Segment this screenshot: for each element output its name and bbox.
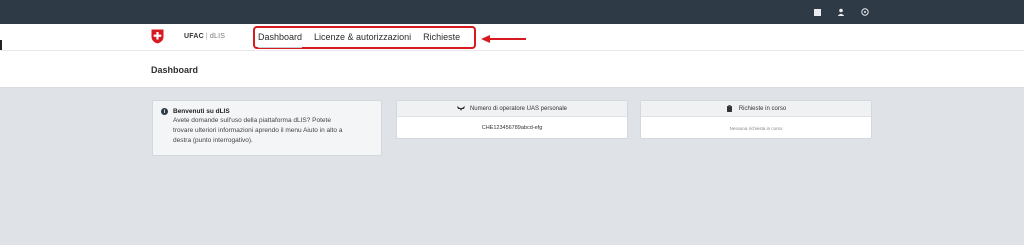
user-icon[interactable] xyxy=(836,7,846,17)
grid-icon[interactable] xyxy=(812,7,822,17)
nav-item-licenze[interactable]: Licenze & autorizzazioni xyxy=(314,32,411,42)
help-icon[interactable] xyxy=(860,7,870,17)
topbar-icons xyxy=(812,7,870,17)
requests-empty-message: Nessuna richiesta in corso xyxy=(729,125,783,131)
requests-card: Richieste in corso Nessuna richiesta in … xyxy=(640,100,872,139)
nav-item-richieste[interactable]: Richieste xyxy=(423,32,460,42)
welcome-text: Avete domande sull'uso della piattaforma… xyxy=(173,116,373,146)
requests-card-title: Richieste in corso xyxy=(738,105,787,112)
uas-card-header: Numero di operatore UAS personale xyxy=(397,101,627,117)
welcome-text-line: destra (punto interrogativo). xyxy=(173,137,253,144)
brand-label: UFAC | dLIS xyxy=(184,33,225,40)
clipboard-icon xyxy=(726,105,734,112)
top-bar xyxy=(0,0,1024,24)
page-title: Dashboard xyxy=(151,65,199,75)
info-icon: i xyxy=(161,108,168,115)
brand-org: UFAC xyxy=(184,33,204,40)
uas-card-title: Numero di operatore UAS personale xyxy=(469,105,568,112)
welcome-text-line: Avete domande sull'uso della piattaforma… xyxy=(173,117,331,124)
welcome-text-line: trovare ulteriori informazioni aprendo i… xyxy=(173,127,343,134)
annotation-arrow-icon xyxy=(481,35,526,43)
page-header: Dashboard xyxy=(0,51,1024,88)
window-edge-marker xyxy=(0,40,2,50)
nav-links: Dashboard Licenze & autorizzazioni Richi… xyxy=(258,32,460,48)
welcome-title: Benvenuti su dLIS xyxy=(173,108,230,115)
swiss-shield-logo[interactable] xyxy=(151,29,164,44)
brand-separator: | xyxy=(205,33,208,40)
nav-item-dashboard[interactable]: Dashboard xyxy=(258,32,303,48)
requests-card-header: Richieste in corso xyxy=(641,101,871,117)
main-navbar: UFAC | dLIS Dashboard Licenze & autorizzaz… xyxy=(0,24,1024,51)
drone-icon xyxy=(456,105,465,112)
brand-app: dLIS xyxy=(209,33,226,40)
uas-operator-card: Numero di operatore UAS personale CHE123… xyxy=(396,100,628,139)
uas-operator-number: CHE123456789abcd-efg xyxy=(481,125,543,131)
welcome-card: i Benvenuti su dLIS Avete domande sull'u… xyxy=(152,100,382,156)
